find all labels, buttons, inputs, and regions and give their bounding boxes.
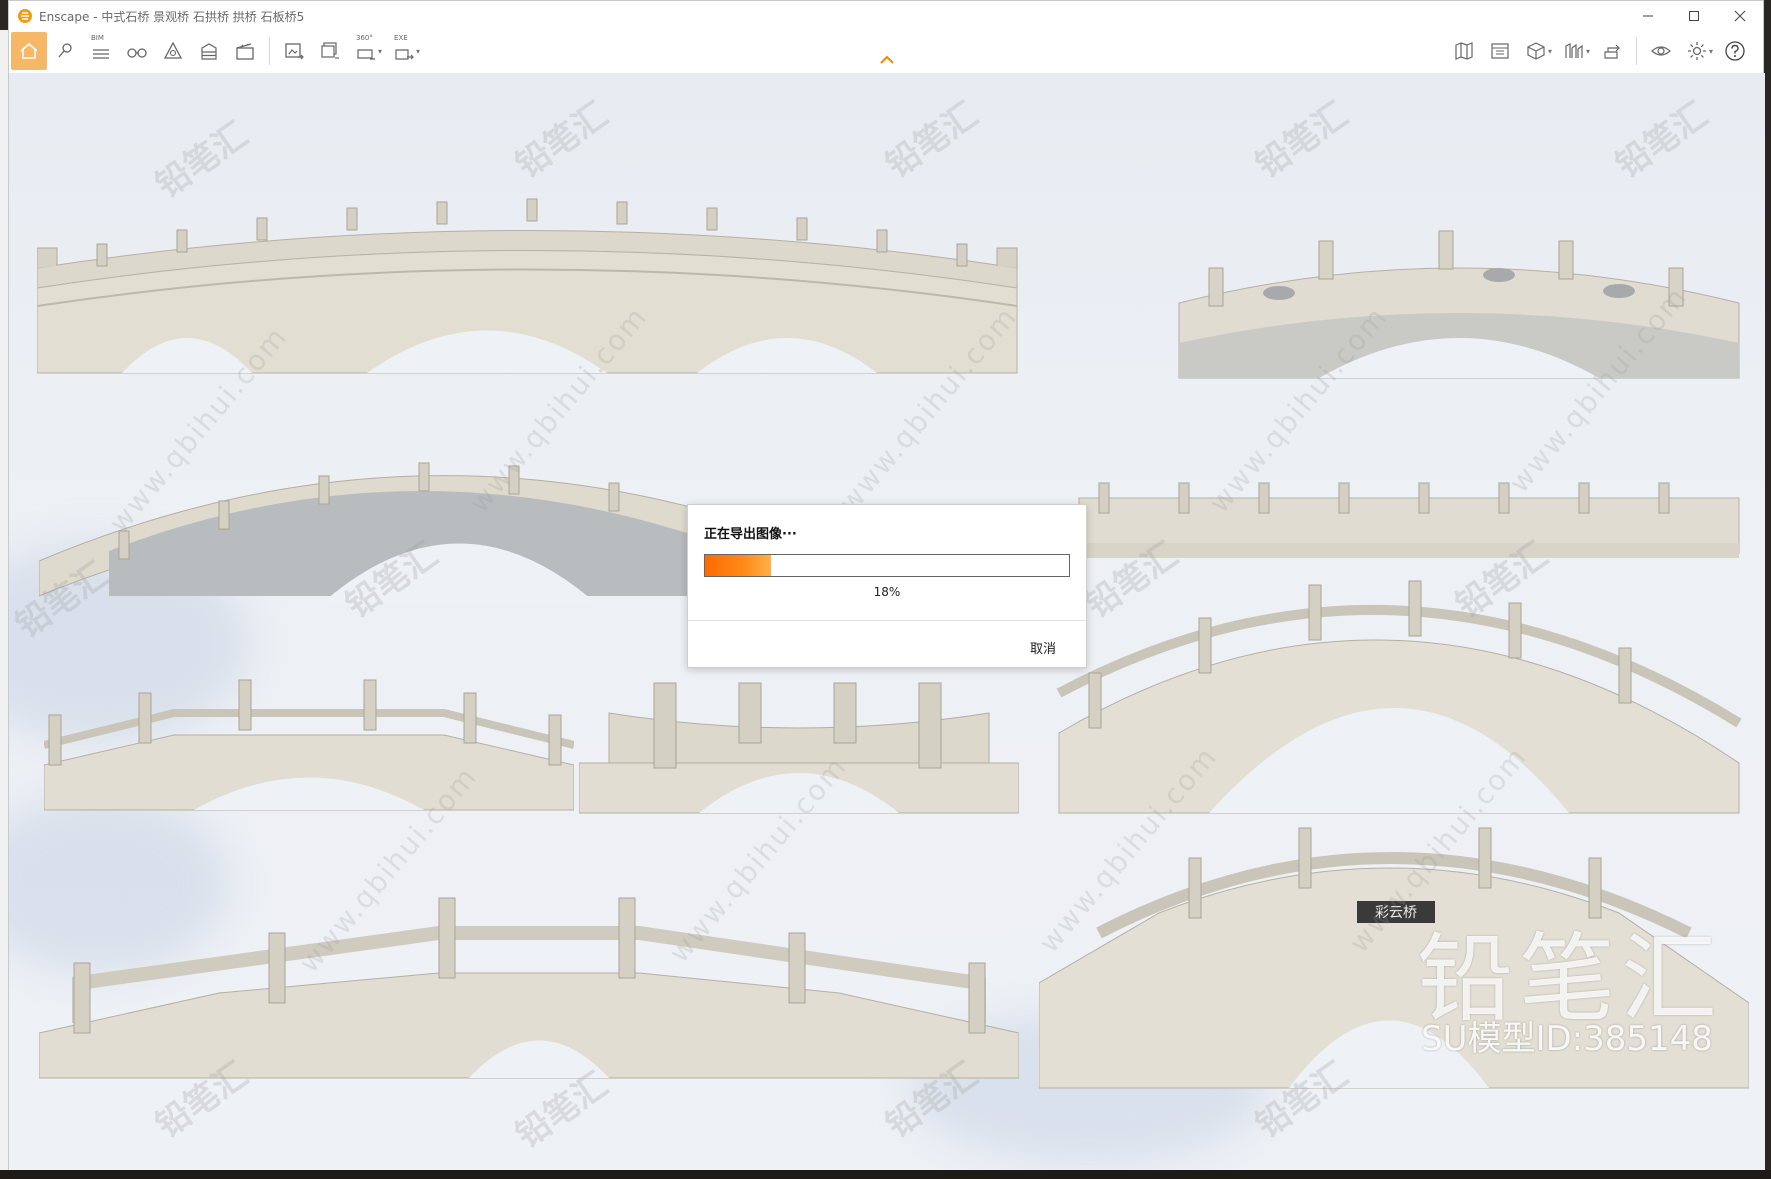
maximize-button[interactable] xyxy=(1671,1,1717,31)
map-view-button[interactable] xyxy=(1446,32,1482,70)
left-window-edge xyxy=(0,30,8,1170)
home-button[interactable] xyxy=(11,32,47,70)
bim-button[interactable]: BIM xyxy=(83,32,119,70)
binoculars-icon xyxy=(127,48,147,58)
progress-percent-label: 18% xyxy=(873,585,901,599)
export-progress-bar xyxy=(704,554,1070,577)
map-icon xyxy=(1455,42,1473,60)
taskbar-edge xyxy=(0,1170,1771,1179)
settings-button[interactable] xyxy=(1679,32,1715,70)
watermark-tile: 铅笔汇 xyxy=(508,94,616,187)
progress-fill xyxy=(705,555,771,576)
dialog-title: 正在导出图像··· xyxy=(704,527,797,542)
home-icon xyxy=(20,42,38,59)
video-clapper-icon xyxy=(236,43,254,60)
bridge-stepped-railing xyxy=(39,897,1019,1079)
upload-icon xyxy=(1604,44,1620,59)
exe-label: EXE xyxy=(394,34,408,42)
toolbar-right-group: ▾ ▾ ▾ xyxy=(1446,31,1753,71)
panorama-button[interactable]: 360° xyxy=(348,32,384,70)
bridge-three-arch xyxy=(37,198,1018,374)
minimize-icon xyxy=(1643,15,1653,17)
exe-export-icon xyxy=(395,49,414,60)
screenshot-button[interactable] xyxy=(276,32,312,70)
window-title: Enscape - 中式石桥 景观桥 石拱桥 拱桥 石板桥5 xyxy=(39,9,305,24)
building-button[interactable] xyxy=(191,32,227,70)
section-icon xyxy=(1565,43,1583,58)
sections-button[interactable] xyxy=(1556,32,1592,70)
close-button[interactable] xyxy=(1717,1,1763,31)
batch-render-button[interactable] xyxy=(312,32,348,70)
map-pin-icon xyxy=(58,43,72,58)
bridge-railing-arch xyxy=(44,679,574,811)
upload-button[interactable] xyxy=(1594,32,1630,70)
panorama-label: 360° xyxy=(356,34,373,42)
bridge-steep-arch xyxy=(1056,580,1742,814)
maximize-icon xyxy=(1689,11,1699,21)
toolbar-separator xyxy=(269,37,270,65)
asset-library-icon xyxy=(163,41,183,59)
enscape-logo-icon xyxy=(18,9,32,23)
cancel-button[interactable]: 取消 xyxy=(1030,638,1056,657)
toolbar-separator-right xyxy=(1635,37,1637,65)
view-list-icon xyxy=(1491,43,1509,59)
bim-label: BIM xyxy=(91,34,104,42)
watermark-tile: 铅笔汇 xyxy=(878,94,986,187)
batch-render-icon xyxy=(321,42,339,59)
dialog-divider xyxy=(688,620,1086,621)
title-bar[interactable]: Enscape - 中式石桥 景观桥 石拱桥 拱桥 石板桥5 xyxy=(9,1,1763,31)
watermark-model-id: SU模型ID:385148 xyxy=(1421,1019,1713,1059)
visual-settings-button[interactable] xyxy=(1643,32,1679,70)
help-icon xyxy=(1725,41,1745,61)
collapse-toolbar-chevron-icon[interactable] xyxy=(879,53,895,65)
location-button[interactable] xyxy=(47,32,83,70)
window-controls xyxy=(1625,1,1763,31)
material-editor-button[interactable] xyxy=(1518,32,1554,70)
minimize-button[interactable] xyxy=(1625,1,1671,31)
enscape-window: Enscape - 中式石桥 景观桥 石拱桥 拱桥 石板桥5 BIM 360° … xyxy=(8,0,1765,1171)
watermark-tile: 铅笔汇 xyxy=(1248,94,1356,187)
building-icon xyxy=(201,43,217,60)
binoculars-button[interactable] xyxy=(119,32,155,70)
assets-button[interactable] xyxy=(155,32,191,70)
main-toolbar: BIM 360° ▾ EXE ▾ ▾ ▾ ▾ xyxy=(9,31,1763,71)
gear-icon xyxy=(1687,42,1706,60)
exe-export-button[interactable]: EXE xyxy=(386,32,422,70)
bim-list-icon xyxy=(93,49,109,59)
clapper-button[interactable] xyxy=(227,32,263,70)
watermark-tile: 铅笔汇 xyxy=(1608,94,1716,187)
cube-icon xyxy=(1527,42,1545,60)
view-management-button[interactable] xyxy=(1482,32,1518,70)
panorama-icon xyxy=(357,49,375,60)
help-button[interactable] xyxy=(1717,32,1753,70)
render-image-icon xyxy=(285,43,304,60)
export-progress-dialog: 正在导出图像··· 18% 取消 xyxy=(687,504,1087,668)
close-icon xyxy=(1734,10,1746,22)
eye-icon xyxy=(1651,46,1671,56)
